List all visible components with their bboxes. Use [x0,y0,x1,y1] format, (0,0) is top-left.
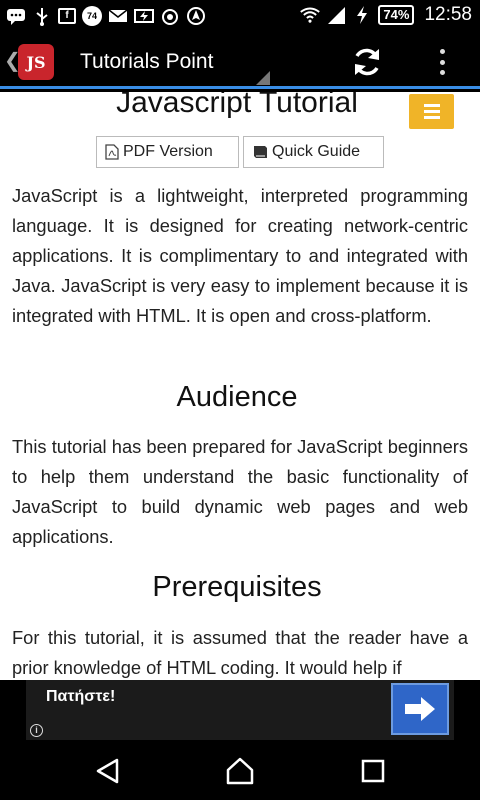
signal-icon [326,5,346,25]
mail-icon [108,6,128,26]
app-logo[interactable]: JS [18,44,54,80]
battery-saver-icon [134,6,154,26]
ad-text: Πατήστε! [46,688,116,705]
back-triangle-icon [96,758,119,784]
back-button[interactable] [93,756,123,786]
navigation-icon [186,6,206,26]
app-toolbar: ❮ JS Tutorials Point [0,33,480,89]
home-icon [226,757,254,785]
notification-icons: f 74 [6,6,206,26]
quick-guide-button[interactable]: Quick Guide [243,136,384,168]
quick-guide-label: Quick Guide [272,143,361,160]
ad-arrow-button[interactable] [391,683,449,735]
ad-banner[interactable]: Πατήστε! i [0,680,480,740]
battery-level: 74% [378,5,415,25]
navigation-bar [0,740,480,800]
pdf-version-button[interactable]: PDF Version [96,136,239,168]
book-icon [254,146,267,158]
prerequisites-paragraph: For this tutorial, it is assumed that th… [12,627,468,678]
audience-heading: Audience [176,381,298,413]
ad-content[interactable]: Πατήστε! i [26,680,454,740]
wifi-icon [300,5,321,25]
dropdown-indicator-icon[interactable] [256,71,270,85]
alarm-icon [160,6,180,26]
hamburger-menu-button[interactable] [409,94,454,129]
system-indicators: 74% 12:58 [300,4,472,26]
status-bar: f 74 74% 12:58 [0,0,480,33]
page-title: Javascript Tutorial [116,92,358,119]
usb-icon [32,6,52,26]
recents-button[interactable] [358,756,388,786]
app-title: Tutorials Point [80,50,214,73]
chat-icon [6,6,26,26]
intro-paragraph: JavaScript is a lightweight, interpreted… [12,185,468,326]
prerequisites-heading: Prerequisites [152,571,322,603]
audience-paragraph: This tutorial has been prepared for Java… [12,436,468,547]
notification-badge: 74 [82,6,102,26]
charging-icon [352,5,372,25]
arrow-right-icon [405,697,435,721]
recents-icon [361,759,385,783]
clock: 12:58 [424,4,472,25]
ad-info-icon[interactable]: i [30,724,43,737]
home-button[interactable] [225,756,255,786]
pdf-version-label: PDF Version [123,143,213,160]
page-content: Javascript Tutorial PDF Version Quick Gu… [0,92,480,680]
refresh-icon [355,48,379,76]
overflow-menu-button[interactable] [432,45,452,79]
facebook-icon: f [58,8,76,24]
refresh-button[interactable] [350,45,384,79]
pdf-icon [105,144,119,160]
